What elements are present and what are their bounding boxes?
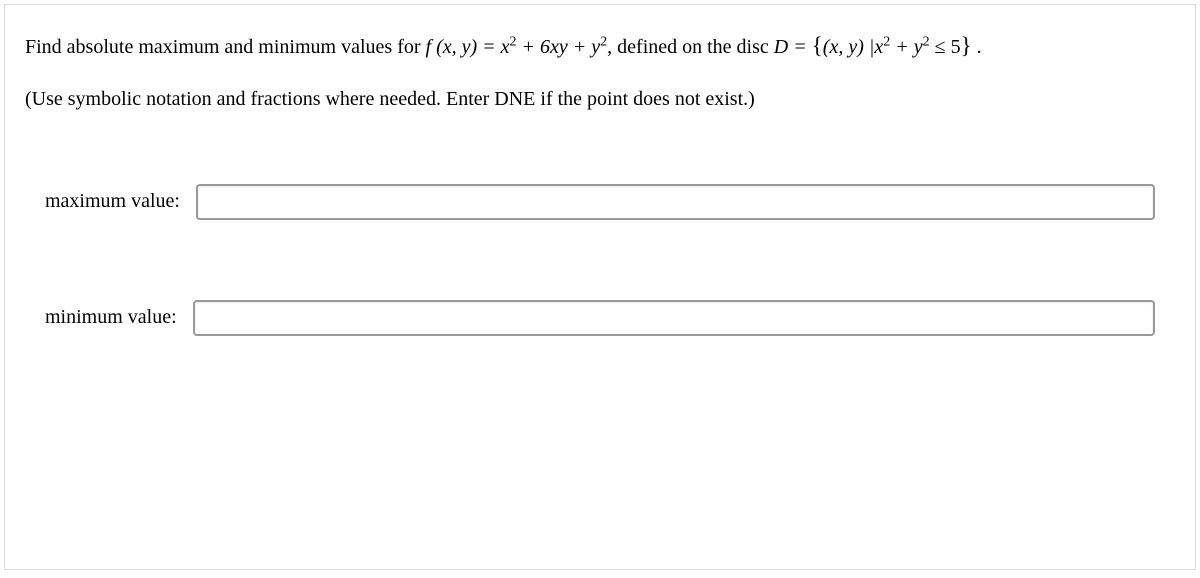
disc-head: D = <box>774 36 812 58</box>
set-mid: + y <box>890 36 922 58</box>
max-input[interactable] <box>196 184 1155 220</box>
question-container: Find absolute maximum and minimum values… <box>4 4 1196 570</box>
set-open: { <box>812 33 823 58</box>
exp-4: 2 <box>923 34 930 49</box>
instruction-text: (Use symbolic notation and fractions whe… <box>25 84 1175 114</box>
func-head: f (x, y) = x <box>426 36 510 58</box>
max-label: maximum value: <box>45 190 180 213</box>
func-mid: + 6xy + y <box>517 36 601 58</box>
set-close: } <box>961 33 972 58</box>
min-row: minimum value: <box>25 300 1175 336</box>
max-row: maximum value: <box>25 184 1175 220</box>
set-tail: ≤ 5 <box>930 36 961 58</box>
min-input[interactable] <box>193 300 1155 336</box>
exp-1: 2 <box>510 34 517 49</box>
func-tail: , defined on the disc <box>607 36 774 58</box>
period: . <box>972 36 982 58</box>
set-body: (x, y) |x <box>823 36 883 58</box>
question-text: Find absolute maximum and minimum values… <box>25 29 1175 64</box>
min-label: minimum value: <box>45 306 177 329</box>
question-prefix: Find absolute maximum and minimum values… <box>25 36 426 58</box>
